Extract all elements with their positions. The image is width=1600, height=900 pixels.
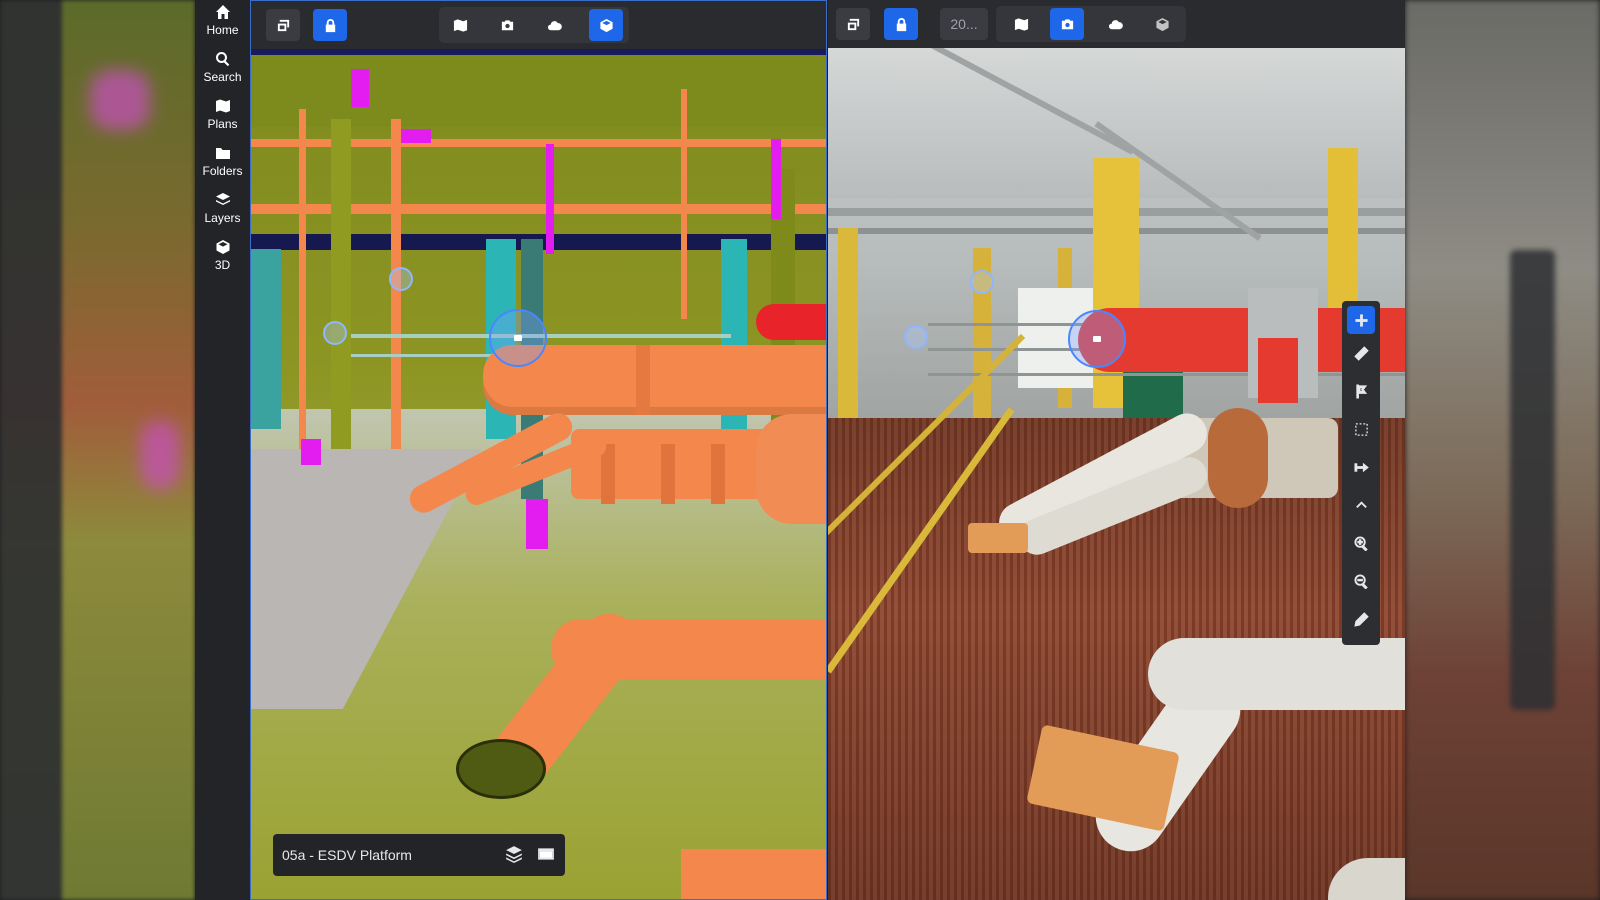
add-annotation-button[interactable] [1347,306,1375,334]
plan-mode-button[interactable] [1004,8,1038,40]
map-icon [215,99,230,113]
zoom-out-button[interactable] [1342,562,1380,600]
map-icon [453,18,467,32]
photo-toolbar: 20... [828,0,1405,48]
pointcloud-mode-button[interactable] [1098,8,1132,40]
viewpoint-marker[interactable] [970,270,994,294]
side-navigation: Home Search Plans Folders Layers 3D [195,0,250,900]
zoom-in-icon [1353,535,1368,551]
nav-label-search: Search [203,70,242,84]
blurred-background-right [1405,0,1600,900]
camera-icon [1061,18,1073,29]
collapse-icon [1355,500,1367,508]
lock-icon [325,18,335,32]
cube-icon [1155,17,1169,31]
app-root: Home Search Plans Folders Layers 3D 20..… [0,0,1600,900]
model-mode-button[interactable] [589,9,623,41]
viewpoint-marker[interactable] [904,325,928,349]
sync-lock-button[interactable] [313,9,347,41]
nav-item-home[interactable]: Home [195,0,250,47]
minimap-icon[interactable] [537,845,555,863]
camera-icon [501,19,513,30]
capture-date-selector[interactable]: 20... [940,8,988,40]
scene-info-bar: 05a - ESDV Platform [273,834,565,876]
zoom-in-button[interactable] [1342,524,1380,562]
nav-label-layers: Layers [204,211,241,225]
measure-tool-button[interactable] [1342,334,1380,372]
photo-mode-button[interactable] [1050,8,1084,40]
nav-label-home: Home [206,23,239,37]
viewpoint-marker[interactable] [323,321,347,345]
viewpoint-marker-active[interactable] [1068,310,1126,368]
annotation-toolbar [1342,301,1380,645]
windows-icon [277,19,289,31]
nav-label-folders: Folders [202,164,243,178]
blurred-background-left [0,0,195,900]
pointcloud-mode-button[interactable] [537,9,571,41]
edit-markup-button[interactable] [1342,600,1380,638]
nav-item-layers[interactable]: Layers [195,188,250,235]
lock-icon [896,17,906,31]
zoom-out-icon [1353,573,1368,589]
nav-item-3d[interactable]: 3D [195,235,250,282]
flag-tool-button[interactable] [1342,372,1380,410]
cloud-icon [1108,19,1123,29]
folder-icon [215,148,230,159]
measure-icon [1353,345,1369,361]
bim-3d-scene[interactable] [251,49,826,899]
layers-icon[interactable] [505,845,523,863]
nav-item-folders[interactable]: Folders [195,141,250,188]
photo-viewer-panel: 20... [828,0,1405,900]
split-view-button[interactable] [836,8,870,40]
home-icon [215,5,230,19]
map-icon [1014,17,1028,31]
panorama-photo-scene[interactable] [828,48,1405,900]
viewpoint-marker-active[interactable] [489,309,547,367]
search-icon [215,52,229,67]
collapse-toolbar-button[interactable] [1342,486,1380,524]
layers-icon [215,193,230,205]
distance-icon [1353,462,1369,472]
flag-icon [1355,383,1367,399]
plan-mode-button[interactable] [443,9,477,41]
nav-item-plans[interactable]: Plans [195,94,250,141]
nav-label-plans: Plans [207,117,238,131]
nav-item-search[interactable]: Search [195,47,250,94]
viewpoint-marker[interactable] [389,267,413,291]
bim-viewer-panel [250,0,827,900]
cube-icon [599,18,613,32]
cloud-icon [547,20,562,30]
windows-icon [847,18,859,30]
select-box-icon [1354,422,1368,436]
add-icon [1354,313,1368,327]
cube-icon [216,240,229,254]
sync-lock-button[interactable] [884,8,918,40]
edit-icon [1353,611,1369,627]
distance-tool-button[interactable] [1342,448,1380,486]
bim-toolbar [251,1,826,49]
select-area-button[interactable] [1342,410,1380,448]
nav-label-3d: 3D [214,258,231,272]
model-mode-button[interactable] [1145,8,1179,40]
scene-name: 05a - ESDV Platform [282,847,412,863]
photo-mode-button[interactable] [490,9,524,41]
split-view-button[interactable] [266,9,300,41]
